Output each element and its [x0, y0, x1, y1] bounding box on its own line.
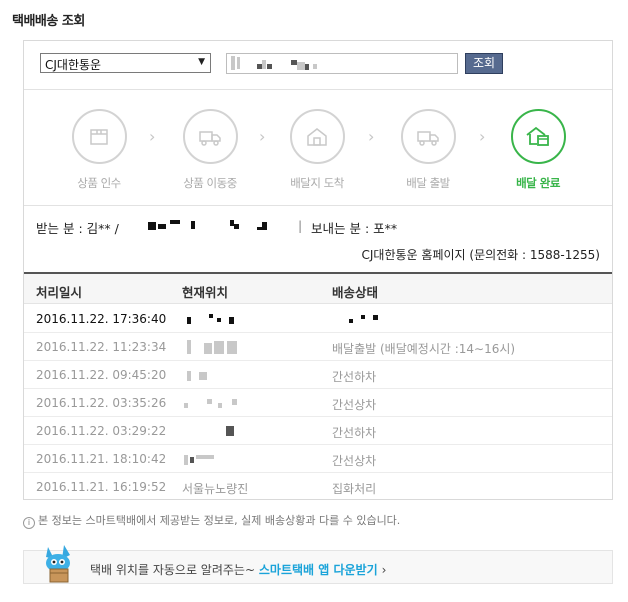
page-title: 택배배송 조회: [12, 14, 85, 29]
divider: [24, 89, 612, 90]
table-row: 2016.11.21. 18:10:42 간선상차: [24, 445, 612, 473]
table-row: 2016.11.22. 11:23:34 배달출발 (배달예정시간 :14∼16…: [24, 333, 612, 361]
step-label: 상품 인수: [77, 176, 121, 190]
step-label: 배달지 도착: [290, 176, 344, 190]
mascot-icon: [40, 543, 80, 585]
step-received: 상품 인수: [59, 109, 139, 191]
cell-time: 2016.11.22. 11:23:34: [36, 340, 167, 354]
cell-time: 2016.11.21. 18:10:42: [36, 452, 167, 466]
cell-status: 간선상차: [332, 454, 377, 468]
carrier-select-value: CJ대한통운: [45, 58, 102, 72]
cell-status: 집화처리: [332, 482, 377, 496]
info-icon: i: [23, 517, 35, 529]
house-icon: [289, 109, 345, 164]
sender-value: 포**: [373, 221, 398, 236]
table-row: 2016.11.22. 03:35:26 간선상차: [24, 389, 612, 417]
notice-text: 본 정보는 스마트택배에서 제공받는 정보로, 실제 배송상황과 다를 수 있습…: [38, 514, 401, 527]
tracking-panel: CJ대한통운 ▼ 조회 상품 인수 › 상품 이동중 › 배달지 도착 › 배달…: [23, 40, 613, 500]
truck-icon: [182, 109, 238, 164]
cell-time: 2016.11.21. 16:19:52: [36, 480, 167, 494]
app-download-link[interactable]: 스마트택배 앱 다운받기: [259, 563, 378, 577]
step-in-transit: 상품 이동중: [170, 109, 250, 191]
banner-text: 택배 위치를 자동으로 알려주는~ 스마트택배 앱 다운받기 ›: [90, 561, 386, 578]
house-box-icon: [510, 109, 566, 164]
party-info-row: 받는 분 : 김** / | 보내는 분 : 포**: [36, 218, 602, 237]
table-row: 2016.11.22. 17:36:40: [24, 305, 612, 333]
column-header-location: 현재위치: [182, 285, 229, 300]
chevron-right-icon: ›: [259, 127, 266, 146]
receiver-value: 김** /: [86, 221, 119, 236]
carrier-select[interactable]: CJ대한통운 ▼: [40, 53, 211, 73]
receiver-label: 받는 분 :: [36, 221, 83, 236]
separator: |: [298, 218, 303, 233]
table-row: 2016.11.22. 09:45:20 간선하차: [24, 361, 612, 389]
chevron-right-icon: ›: [149, 127, 156, 146]
cell-time: 2016.11.22. 17:36:40: [36, 312, 167, 326]
column-header-status: 배송상태: [332, 285, 379, 300]
divider: [24, 205, 612, 206]
box-icon: [71, 109, 127, 164]
banner-message: 택배 위치를 자동으로 알려주는~: [90, 563, 256, 577]
table-row: 2016.11.21. 16:19:52 서울뉴노량진 집화처리: [24, 473, 612, 501]
step-label: 상품 이동중: [183, 176, 237, 190]
table-row: 2016.11.22. 03:29:22 간선하차: [24, 417, 612, 445]
dropdown-arrow-icon: ▼: [198, 57, 205, 67]
cell-time: 2016.11.22. 09:45:20: [36, 368, 167, 382]
cell-status: 간선하차: [332, 426, 377, 440]
chevron-right-icon: ›: [479, 127, 486, 146]
invoice-number-input[interactable]: [226, 53, 458, 74]
cell-status: 배달출발 (배달예정시간 :14∼16시): [332, 342, 516, 356]
tracking-table-header: 처리일시 현재위치 배송상태: [24, 274, 612, 304]
cell-location: 서울뉴노량진: [182, 482, 249, 496]
cell-status: 간선하차: [332, 370, 377, 384]
cell-time: 2016.11.22. 03:29:22: [36, 424, 167, 438]
chevron-right-icon: ›: [381, 563, 387, 577]
search-button[interactable]: 조회: [465, 53, 503, 74]
column-header-time: 처리일시: [36, 285, 83, 300]
step-arrived-at-destination: 배달지 도착: [277, 109, 357, 191]
app-download-banner[interactable]: 택배 위치를 자동으로 알려주는~ 스마트택배 앱 다운받기 ›: [23, 545, 613, 584]
delivery-progress-steps: 상품 인수 › 상품 이동중 › 배달지 도착 › 배달 출발 › 배달 완료: [24, 109, 612, 199]
truck-icon: [400, 109, 456, 164]
cell-status: 간선상차: [332, 398, 377, 412]
cell-time: 2016.11.22. 03:35:26: [36, 396, 167, 410]
sender-label: 보내는 분 :: [311, 221, 370, 236]
step-delivered: 배달 완료: [498, 109, 578, 191]
info-notice: i본 정보는 스마트택배에서 제공받는 정보로, 실제 배송상황과 다를 수 있…: [23, 512, 400, 529]
step-label: 배달 완료: [516, 176, 560, 190]
step-label: 배달 출발: [406, 176, 450, 190]
step-out-for-delivery: 배달 출발: [388, 109, 468, 191]
search-row: CJ대한통운 ▼ 조회: [40, 53, 600, 75]
chevron-right-icon: ›: [368, 127, 375, 146]
carrier-homepage-link[interactable]: CJ대한통운 홈페이지 (문의전화 : 1588-1255): [362, 246, 600, 263]
